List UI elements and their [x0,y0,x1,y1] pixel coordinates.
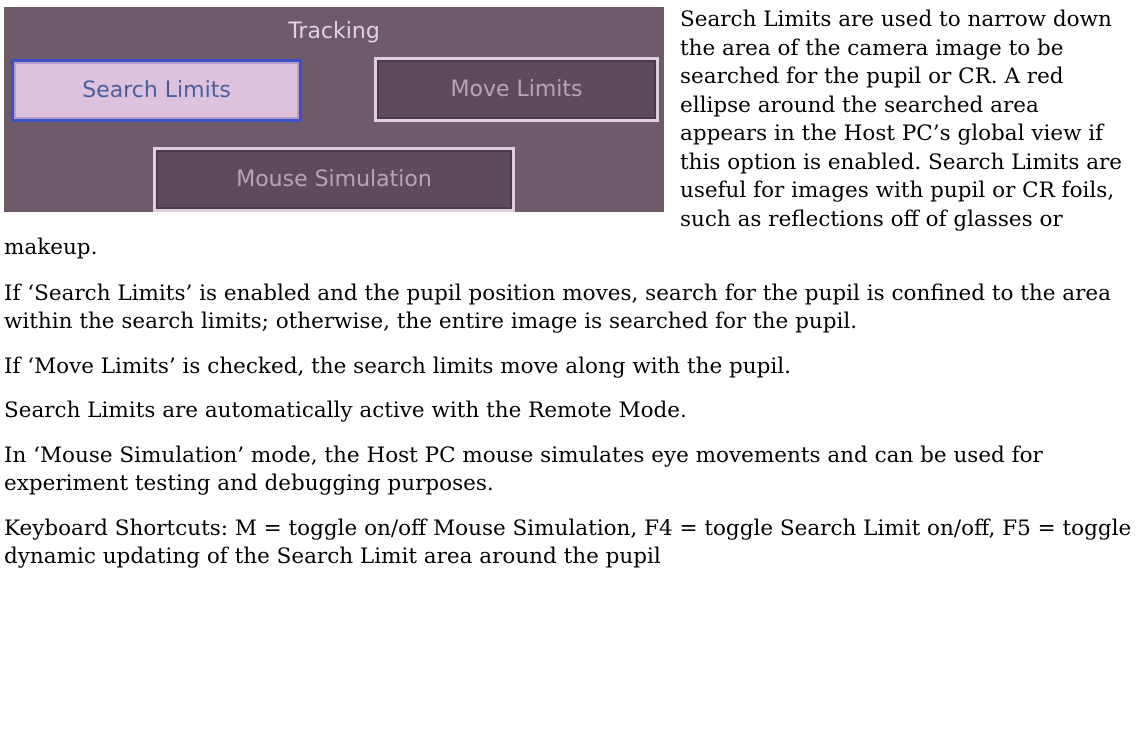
paragraph-remote-mode: Search Limits are automatically active w… [4,398,687,423]
panel-title: Tracking [288,19,380,44]
paragraph-search-confined: If ‘Search Limits’ is enabled and the pu… [4,280,1111,335]
move-limits-button[interactable]: Move Limits [374,57,659,122]
document-page: Tracking Search Limits Move Limits Mouse… [4,0,1132,588]
tracking-panel: Tracking Search Limits Move Limits Mouse… [4,7,664,212]
mouse-simulation-button[interactable]: Mouse Simulation [153,147,515,212]
paragraph-keyboard-shortcuts: Keyboard Shortcuts: M = toggle on/off Mo… [4,515,1132,570]
paragraph-move-limits: If ‘Move Limits’ is checked, the search … [4,353,791,379]
search-limits-button[interactable]: Search Limits [11,59,302,122]
paragraph-mouse-simulation: In ‘Mouse Simulation’ mode, the Host PC … [4,442,1043,497]
